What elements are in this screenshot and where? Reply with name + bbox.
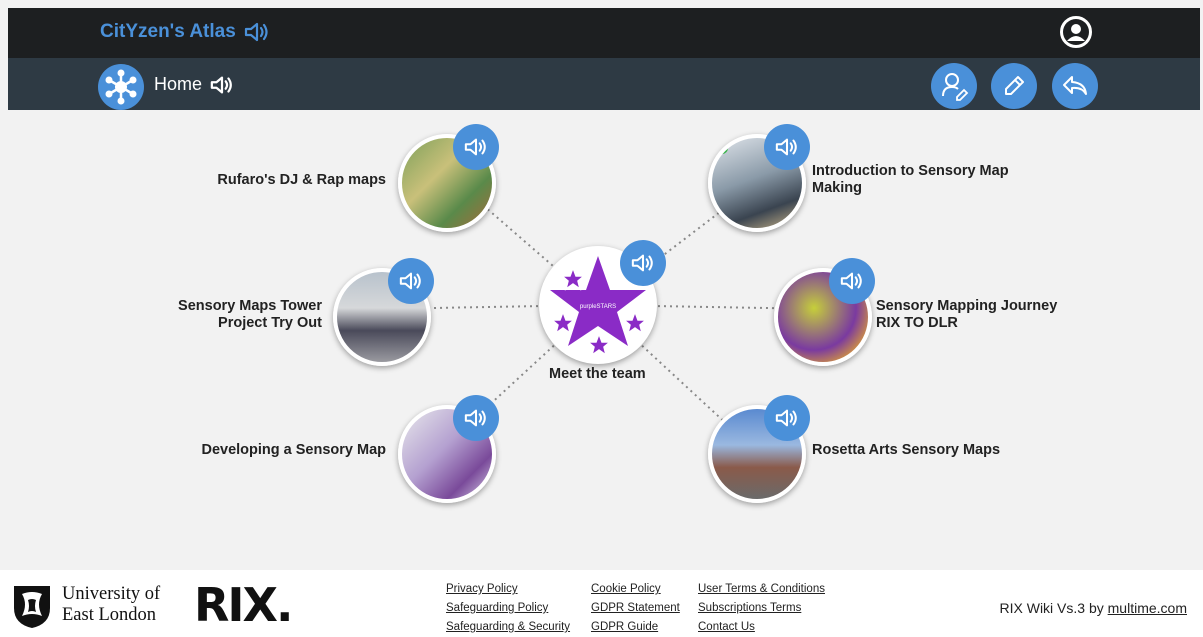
speaker-icon <box>464 138 486 156</box>
speaker-button[interactable] <box>829 258 875 304</box>
node-label[interactable]: Sensory Mapping Journey RIX TO DLR <box>876 298 1076 332</box>
online-status-dot <box>716 142 728 154</box>
speaker-button[interactable] <box>453 395 499 441</box>
speaker-icon[interactable] <box>244 22 270 42</box>
app-title[interactable]: CitYzen's Atlas <box>100 21 270 43</box>
page-title-text: Home <box>154 74 203 94</box>
footer: University of East London RIX. Privacy P… <box>0 570 1203 637</box>
speaker-icon <box>775 138 797 156</box>
speaker-icon <box>631 254 653 272</box>
speaker-icon <box>840 272 862 290</box>
speaker-button[interactable] <box>764 395 810 441</box>
credit-text: RIX Wiki Vs.3 by <box>999 600 1108 616</box>
speaker-icon <box>775 409 797 427</box>
node-label[interactable]: Developing a Sensory Map <box>178 442 386 459</box>
page-title: Home <box>154 74 234 95</box>
pencil-icon <box>1005 76 1024 95</box>
speaker-button[interactable] <box>388 258 434 304</box>
reply-back-icon <box>1063 76 1087 95</box>
version-credit: RIX Wiki Vs.3 by multime.com <box>1000 600 1188 616</box>
node-label[interactable]: Sensory Maps Tower Project Try Out <box>152 298 322 332</box>
badge-text: purpleSTARS <box>580 304 616 310</box>
uel-crest-logo[interactable] <box>10 582 54 630</box>
node-label[interactable]: Rufaro's DJ & Rap maps <box>188 172 386 189</box>
privacy-policy-link[interactable]: Privacy Policy <box>446 583 518 595</box>
speaker-button[interactable] <box>453 124 499 170</box>
node-label[interactable]: Introduction to Sensory Map Making <box>812 163 1042 197</box>
app-title-text[interactable]: CitYzen's Atlas <box>100 21 236 43</box>
contact-us-link[interactable]: Contact Us <box>698 621 755 633</box>
speaker-icon <box>464 409 486 427</box>
top-bar: CitYzen's Atlas <box>8 8 1200 58</box>
safeguarding-policy-link[interactable]: Safeguarding Policy <box>446 602 548 614</box>
user-edit-button[interactable] <box>931 63 977 109</box>
cookie-policy-link[interactable]: Cookie Policy <box>591 583 661 595</box>
sensory-map-hub: purpleSTARS Meet the team Rufaro's DJ & … <box>8 110 1200 570</box>
sub-header-bar: Home <box>8 58 1200 110</box>
gdpr-guide-link[interactable]: GDPR Guide <box>591 621 658 633</box>
speaker-button[interactable] <box>620 240 666 286</box>
speaker-icon[interactable] <box>210 75 234 95</box>
node-label[interactable]: Rosetta Arts Sensory Maps <box>812 442 1032 459</box>
rix-logo[interactable]: RIX. <box>194 578 293 632</box>
speaker-icon <box>399 272 421 290</box>
safeguarding-security-link[interactable]: Safeguarding & Security <box>446 621 570 633</box>
back-button[interactable] <box>1052 63 1098 109</box>
user-account-icon[interactable] <box>1060 16 1092 48</box>
university-name[interactable]: University of East London <box>62 584 190 626</box>
gdpr-statement-link[interactable]: GDPR Statement <box>591 602 680 614</box>
user-terms-link[interactable]: User Terms & Conditions <box>698 583 825 595</box>
speaker-button[interactable] <box>764 124 810 170</box>
center-label[interactable]: Meet the team <box>549 366 646 382</box>
edit-button[interactable] <box>991 63 1037 109</box>
network-hub-icon[interactable] <box>98 64 144 110</box>
user-edit-icon <box>942 73 969 101</box>
multime-link[interactable]: multime.com <box>1108 600 1187 616</box>
subscriptions-terms-link[interactable]: Subscriptions Terms <box>698 602 801 614</box>
